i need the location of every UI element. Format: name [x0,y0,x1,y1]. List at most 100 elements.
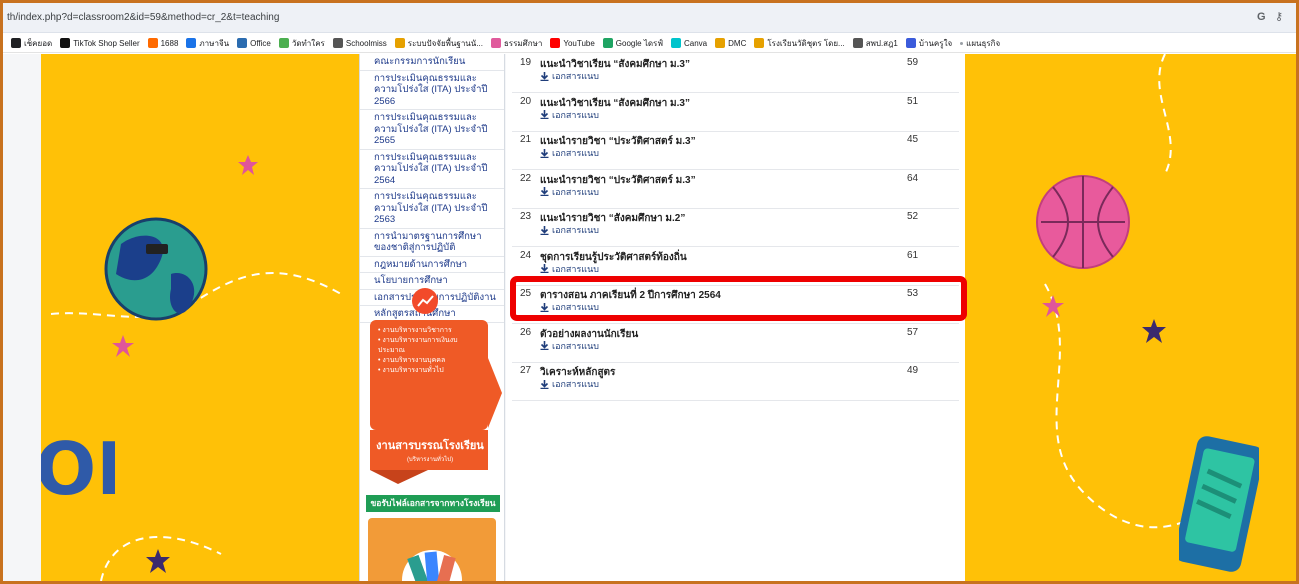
cloud-icon [186,38,197,48]
address-bar[interactable]: th/index.php?d=classroom2&id=59&method=c… [3,3,1296,33]
admin-panel-item[interactable]: • งานบริหารงานทั่วไป [378,366,478,376]
attachment-link[interactable]: เอกสารแนบ [540,377,599,391]
bookmark-label: Google ไดรฟ์ [615,38,663,48]
admin-panel-item-label: งานบริหารงานการเงินงบประมาณ [378,337,458,354]
youtube-icon [550,38,561,48]
bookmark-item[interactable]: Canva [671,33,708,52]
row-number: 26 [520,326,532,338]
bookmark-item[interactable]: โรงเรียนวัดิชุตร โดย... [754,33,845,52]
bookmark-item[interactable]: YouTube [550,33,595,52]
flame-icon [754,38,765,48]
bookmark-item[interactable]: Schoolmiss [332,33,387,52]
attachment-link[interactable]: เอกสารแนบ [540,146,599,160]
office-icon [237,38,248,48]
admin-panel-banner[interactable]: • งานบริหารงานวิชาการ • งานบริหารงานการเ… [368,286,502,484]
bookmark-label: วัดทำใคร [291,38,325,48]
download-icon [540,148,549,158]
bookmark-item[interactable]: บ้านครูใจ [905,33,952,52]
admin-panel-item-label: งานบริหารงานวิชาการ [382,327,452,334]
bookmark-item[interactable]: สพป.สฎ1 [852,33,898,52]
bookmark-item[interactable]: 1688 [147,33,179,52]
download-section-title: ขอรับไฟล์เอกสารจากทางโรงเรียน [366,495,500,512]
attachment-link[interactable]: เอกสารแนบ [540,185,599,199]
attachment-link[interactable]: เอกสารแนบ [540,223,599,237]
attachment-link[interactable]: เอกสารแนบ [540,69,599,83]
sidebar-link[interactable]: การนำมาตรฐานการศึกษาของชาติสู่การปฏิบัติ [360,229,504,257]
globe-icon [852,38,863,48]
sidebar-link[interactable]: กฎหมายด้านการศึกษา [360,257,504,273]
admin-panel-item[interactable]: • งานบริหารงานการเงินงบประมาณ [378,336,478,356]
globe-icon [332,38,343,48]
earth-icon [104,217,208,321]
bookmark-item[interactable]: เช็คยอด [11,33,52,52]
document-row: 23 แนะนำรายวิชา “สังคมศึกษา ม.2” เอกสารแนบ… [512,209,959,247]
dot-icon [960,41,964,45]
row-number: 19 [520,57,532,68]
star-icon [1042,295,1064,317]
row-number: 27 [520,365,532,376]
bookmark-label: Canva [684,38,708,48]
view-count: 59 [907,57,919,68]
attachment-label: เอกสารแนบ [552,148,599,158]
attachment-link[interactable]: เอกสารแนบ [540,108,599,122]
document-row: 19 แนะนำวิชาเรียน “สังคมศึกษา ม.3” เอกสารแ… [512,55,959,93]
attachment-label: เอกสารแนบ [552,340,599,351]
url-text[interactable]: th/index.php?d=classroom2&id=59&method=c… [7,12,279,23]
bookmark-label: Schoolmiss [345,38,387,48]
attachment-link[interactable]: เอกสารแนบ [540,339,599,353]
admin-panel-caption: งานสารบรรณโรงเรียน (บริหารงานทั่วไป) [374,436,486,464]
document-row: 27 วิเคราะห์หลักสูตร เอกสารแนบ 49 [512,363,959,401]
flame-icon [715,38,726,48]
sidebar-link[interactable]: การประเมินคุณธรรมและความโปร่งใส (ITA) ปร… [360,71,504,110]
admin-panel-item[interactable]: • งานบริหารงานวิชาการ [378,326,478,336]
view-count: 57 [907,326,919,338]
basketball-icon [1036,175,1130,269]
bookmark-label: DMC [728,38,747,48]
bookmark-icon [11,38,21,48]
admin-panel-item[interactable]: • งานบริหารงานบุคคล [378,356,478,366]
key-icon[interactable]: ⚷ [1275,10,1283,23]
bookmark-label: Office [250,38,271,48]
bookmark-item[interactable]: ธรรมศึกษา [490,33,542,52]
attachment-label: เอกสารแนบ [552,109,599,120]
sidebar-link[interactable]: การประเมินคุณธรรมและความโปร่งใส (ITA) ปร… [360,150,504,189]
bookmark-item[interactable]: TikTok Shop Seller [60,33,140,52]
bookmark-item[interactable]: Office [237,33,271,52]
star-icon [1142,319,1166,343]
sidebar-link[interactable]: การประเมินคุณธรรมและความโปร่งใส (ITA) ปร… [360,189,504,229]
drive-icon [602,38,613,48]
admin-panel-items: • งานบริหารงานวิชาการ • งานบริหารงานการเ… [378,326,478,376]
sidebar-links: คณะกรรมการนักเรียน การประเมินคุณธรรมและคว… [360,54,504,323]
download-icon [540,225,549,235]
bookmark-item[interactable]: ระบบปัจจัยพื้นฐานนั... [394,33,483,52]
view-count: 61 [907,249,919,261]
bookmark-label: 1688 [160,38,179,48]
admin-panel-item-label: งานบริหารงานทั่วไป [382,367,444,374]
sidebar-link[interactable]: คณะกรรมการนักเรียน [360,54,504,71]
document-row: 22 แนะนำรายวิชา “ประวัติศาสตร์ ม.3” เอกสาร… [512,171,959,209]
right-decorative-background [965,54,1296,581]
tablet-icon [1179,436,1259,572]
row-number: 21 [520,134,532,145]
attachment-label: เอกสารแนบ [552,263,599,274]
school-logo-letters: OL [41,427,115,504]
bookmark-item[interactable]: วัดทำใคร [278,33,325,52]
chart-growth-icon [412,288,438,314]
sidebar-link[interactable]: การประเมินคุณธรรมและความโปร่งใส (ITA) ปร… [360,110,504,150]
sidebar: คณะกรรมการนักเรียน การประเมินคุณธรรมและคว… [359,54,505,581]
attachment-link[interactable]: เอกสารแนบ [540,262,599,276]
browser-window: th/index.php?d=classroom2&id=59&method=c… [0,0,1299,584]
bookmark-item[interactable]: Google ไดรฟ์ [602,33,663,52]
books-image[interactable] [368,518,496,581]
view-count: 49 [907,365,919,376]
row-number: 24 [520,249,532,261]
bookmark-item[interactable]: แผนธุรกิจ [960,33,1000,52]
bookmark-item[interactable]: DMC [715,33,747,52]
bookmark-label: โรงเรียนวัดิชุตร โดย... [767,38,845,48]
bookmark-item[interactable]: ภาษาจีน [186,33,229,52]
canva-icon [671,38,681,48]
view-count: 64 [907,172,919,184]
document-row: 26 ตัวอย่างผลงานนักเรียน เอกสารแนบ 57 [512,325,959,363]
bookmark-label: สพป.สฎ1 [865,38,898,48]
google-translate-icon[interactable]: G [1257,11,1266,23]
